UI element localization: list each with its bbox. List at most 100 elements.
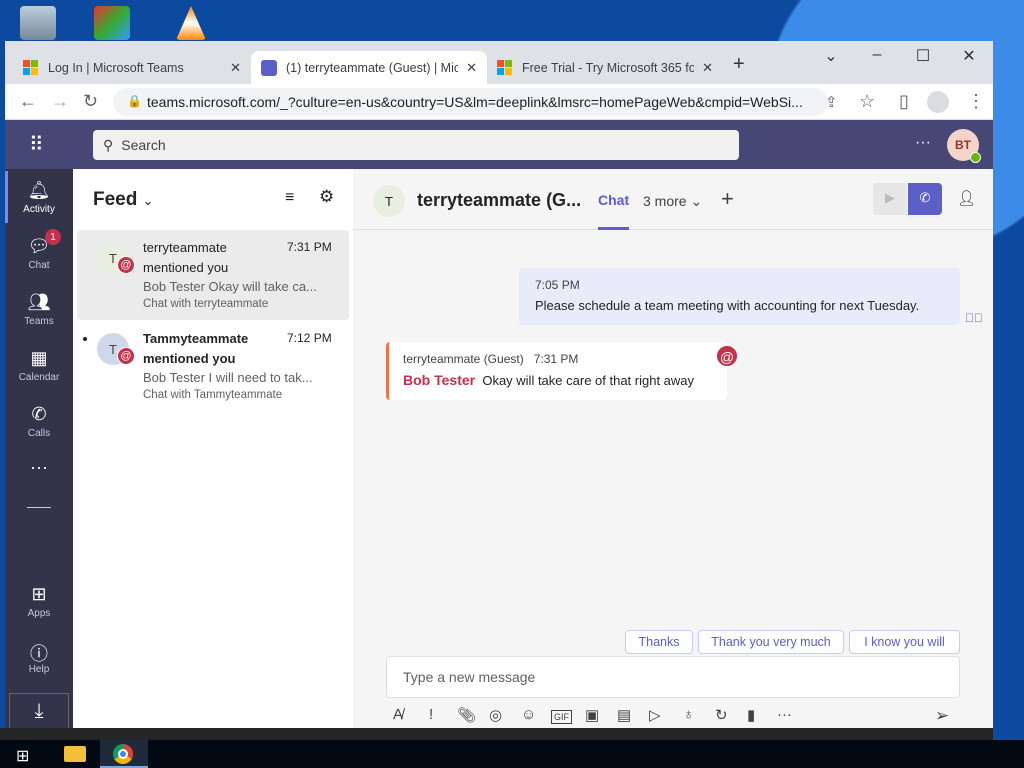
help-icon: ⓘ <box>30 643 48 664</box>
file-explorer-icon[interactable] <box>64 746 86 762</box>
add-people-icon[interactable]: 👤︎ <box>957 189 976 207</box>
search-icon: ⚲ <box>103 136 114 153</box>
rail-teams[interactable]: 👥︎ Teams <box>5 281 73 337</box>
ellipsis-icon: ··· <box>30 457 48 477</box>
chat-pane: T terryteammate (G... Chat 3 more ⌄ + ▶︎… <box>353 169 993 740</box>
loop-icon[interactable]: ◎ <box>489 706 502 724</box>
mention[interactable]: Bob Tester <box>403 372 475 388</box>
side-panel-icon[interactable]: ▯ <box>899 91 909 112</box>
mention-icon: @ <box>715 344 739 368</box>
chrome-icon <box>113 744 133 764</box>
close-tab-icon[interactable]: ✕ <box>466 60 477 76</box>
teams-icon: 👥︎ <box>27 291 51 312</box>
gif-icon[interactable]: GIF <box>551 710 572 724</box>
chat-title[interactable]: terryteammate (G... <box>417 190 581 211</box>
tab-login[interactable]: Log In | Microsoft Teams ✕ <box>13 51 251 84</box>
share-icon[interactable]: ⇪ <box>825 93 838 111</box>
audio-call-button[interactable]: ✆ <box>908 183 942 215</box>
video-call-button[interactable]: ▶︎ <box>873 183 907 215</box>
address-bar-row: ← → ↻ 🔒 teams.microsoft.com/_?culture=en… <box>5 84 993 120</box>
rail-calls[interactable]: ✆ Calls <box>5 393 73 449</box>
rail-chat[interactable]: 💬︎ Chat 1 <box>5 225 73 281</box>
more-options-icon[interactable]: ··· <box>915 134 931 152</box>
filter-icon[interactable]: ≡ <box>285 189 294 207</box>
rail-help[interactable]: ⓘ Help <box>5 629 73 685</box>
window-border <box>0 728 993 740</box>
tab-teams-chat[interactable]: (1) terryteammate (Guest) | Microsoft Te… <box>251 51 487 84</box>
rail-calendar[interactable]: ▦ Calendar <box>5 337 73 393</box>
close-tab-icon[interactable]: ✕ <box>230 60 241 76</box>
suggested-reply[interactable]: Thank you very much <box>698 630 844 654</box>
close-tab-icon[interactable]: ✕ <box>702 60 713 76</box>
suggested-reply[interactable]: I know you will <box>849 630 960 654</box>
praise-icon[interactable]: ♁ <box>683 706 694 723</box>
suggested-reply[interactable]: Thanks <box>625 630 693 654</box>
taskbar: ⊞ <box>0 740 1024 768</box>
lock-icon: 🔒 <box>127 94 142 108</box>
mention-icon: @ <box>117 256 135 274</box>
emoji-icon[interactable]: ☺ <box>521 706 536 723</box>
feed-panel: Feed ⌄ ≡ ⚙ T @ terryteammate 7:31 PM men… <box>73 169 353 740</box>
updates-icon[interactable]: ↻ <box>715 706 728 724</box>
back-button[interactable]: ← <box>19 91 37 112</box>
windows-start-icon[interactable]: ⊞ <box>16 746 29 766</box>
apps-icon: ⊞ <box>31 583 47 604</box>
chrome-taskbar-button[interactable] <box>100 740 148 768</box>
vlc-icon[interactable] <box>176 6 206 40</box>
forward-button[interactable]: → <box>51 91 69 112</box>
stream-icon[interactable]: ▷ <box>649 706 661 724</box>
more-apps-button[interactable]: ··· <box>5 449 73 489</box>
rail-activity[interactable]: 🔔︎ Activity <box>5 169 73 225</box>
add-tab-button[interactable]: + <box>721 186 734 212</box>
chat-avatar: T <box>373 185 405 217</box>
tab-chat[interactable]: Chat <box>598 192 630 230</box>
reload-button[interactable]: ↻ <box>83 91 98 112</box>
chevron-down-icon: ⌄ <box>142 193 154 208</box>
recycle-bin-icon[interactable] <box>20 6 56 40</box>
send-icon[interactable]: ➢ <box>935 706 949 726</box>
maximize-button[interactable]: ☐ <box>903 46 943 66</box>
chat-header: T terryteammate (G... Chat 3 more ⌄ + ▶︎… <box>353 169 993 230</box>
new-tab-button[interactable]: + <box>733 53 745 76</box>
app-rail: 🔔︎ Activity 💬︎ Chat 1 👥︎ Teams ▦ Calendar ✆ C… <box>5 169 73 740</box>
close-window-button[interactable]: ✕ <box>949 46 989 66</box>
bell-icon: 🔔︎ <box>27 179 51 200</box>
microsoft-logo-icon <box>23 59 39 76</box>
sticker-icon[interactable]: ▣ <box>585 706 599 724</box>
feed-title[interactable]: Feed ⌄ <box>93 189 154 211</box>
minimize-button[interactable]: – <box>857 46 897 64</box>
phone-icon: ✆ <box>31 403 47 424</box>
bookmark-star-icon[interactable]: ☆ <box>859 91 875 112</box>
message-input[interactable]: Type a new message <box>386 656 960 698</box>
microsoft-logo-icon <box>497 59 513 76</box>
tab-free-trial[interactable]: Free Trial - Try Microsoft 365 for free✕ <box>487 51 723 84</box>
read-receipt-icon: ✓⃝ <box>965 311 983 325</box>
format-icon[interactable]: A̸ <box>393 706 403 723</box>
feed-item[interactable]: T @ Tammyteammate 7:12 PM mentioned you … <box>77 321 349 411</box>
feed-item[interactable]: T @ terryteammate 7:31 PM mentioned you … <box>77 230 349 320</box>
gear-icon[interactable]: ⚙ <box>319 187 334 207</box>
mention-icon: @ <box>117 347 135 365</box>
profile-icon[interactable] <box>927 91 949 113</box>
download-app-button[interactable]: ⤓ <box>9 693 69 733</box>
priority-icon[interactable]: ! <box>429 706 433 723</box>
tab-search-button[interactable]: ⌄ <box>811 46 851 66</box>
more-tabs-button[interactable]: 3 more ⌄ <box>643 193 702 210</box>
rail-apps[interactable]: ⊞ Apps <box>5 573 73 629</box>
url-input[interactable]: 🔒 teams.microsoft.com/_?culture=en-us&co… <box>113 88 828 116</box>
unread-badge: 1 <box>45 229 61 245</box>
rail-divider <box>27 507 51 508</box>
app-icon[interactable]: ▮ <box>747 706 755 724</box>
schedule-meeting-icon[interactable]: ▤ <box>617 706 631 724</box>
search-input[interactable]: ⚲ Search <box>93 130 739 160</box>
more-apps-icon[interactable]: ··· <box>777 706 792 723</box>
teams-header: ⠿ ⚲ Search ··· BT <box>5 120 993 169</box>
attach-icon[interactable]: 📎︎ <box>457 706 476 724</box>
user-avatar[interactable]: BT <box>947 129 981 163</box>
browser-menu-icon[interactable]: ⋮ <box>967 91 985 112</box>
browser-window: Log In | Microsoft Teams ✕ (1) terryteamm… <box>5 41 993 740</box>
desktop-app-icon[interactable] <box>94 6 130 40</box>
teams-logo-icon <box>261 59 277 76</box>
app-launcher-icon[interactable]: ⠿ <box>29 132 44 157</box>
unread-dot <box>83 337 87 341</box>
